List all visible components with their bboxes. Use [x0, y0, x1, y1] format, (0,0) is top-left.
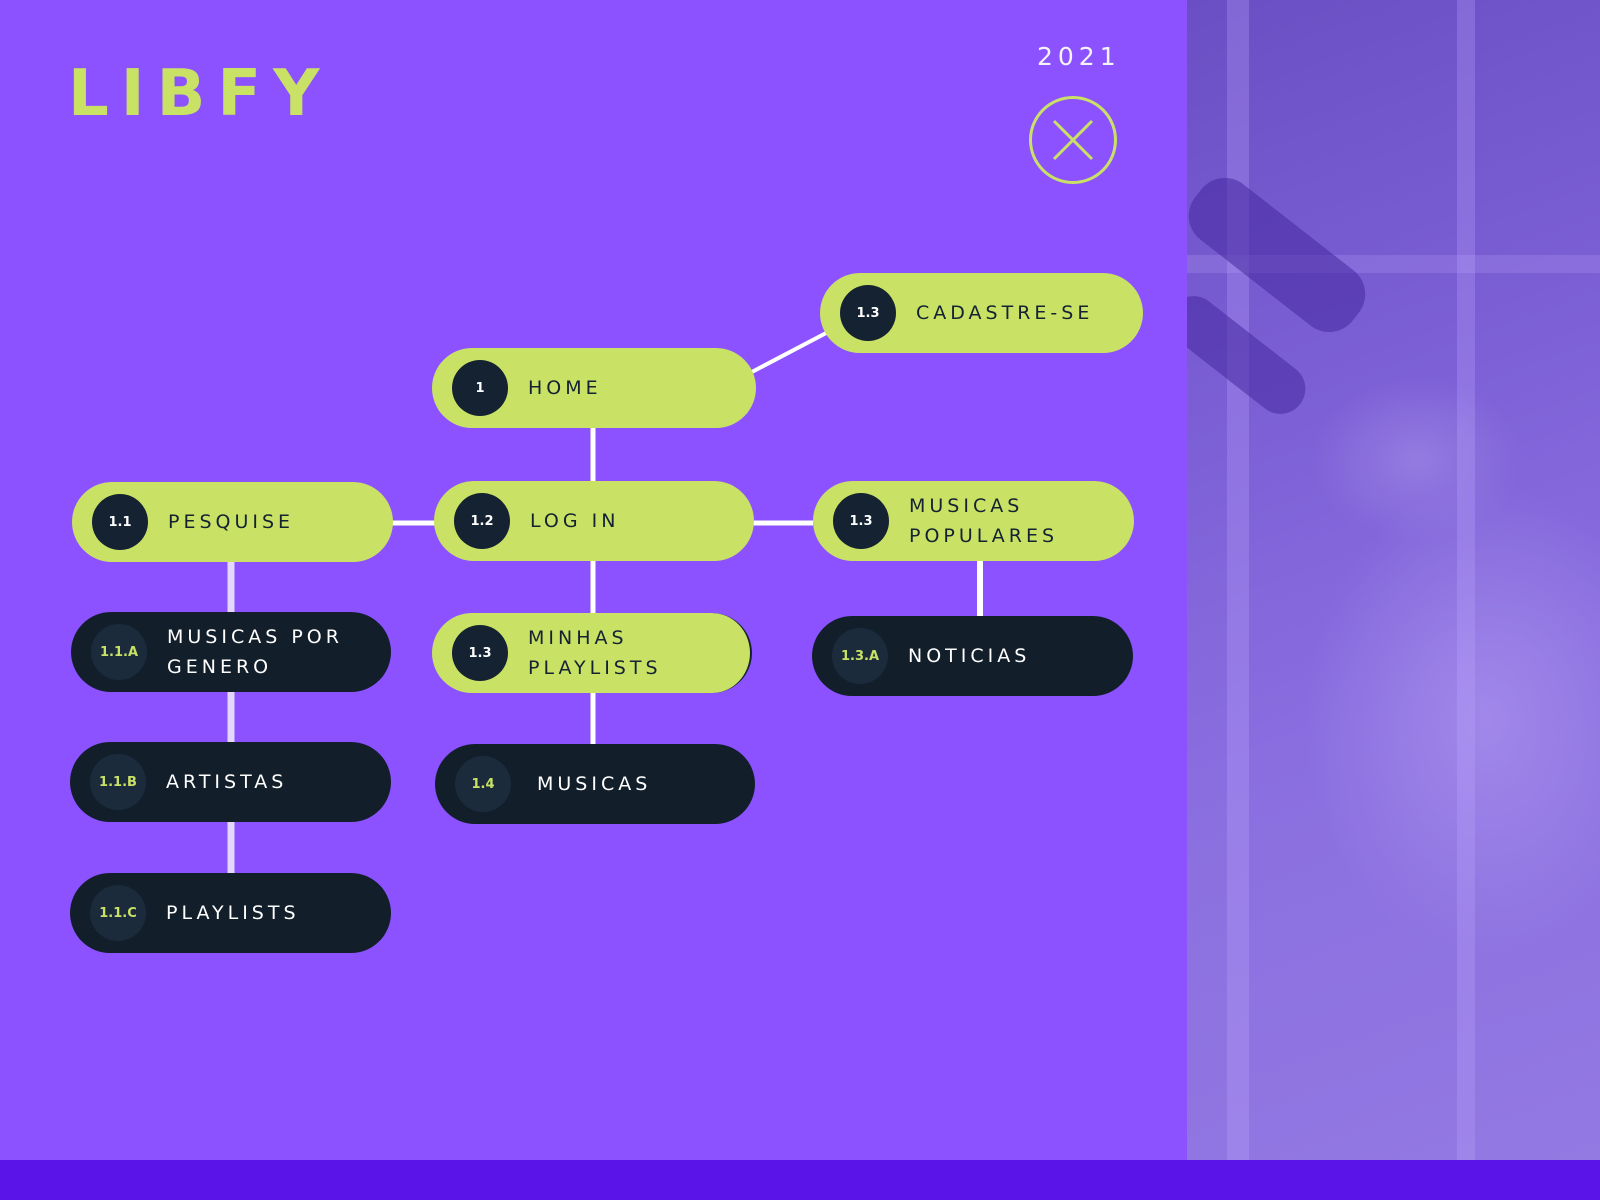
- node-noticias[interactable]: 1.3.A NOTICIAS: [812, 616, 1133, 696]
- node-number-badge: 1.1: [92, 494, 148, 550]
- node-musicas-populares[interactable]: 1.3 MUSICAS POPULARES: [813, 481, 1134, 561]
- connector-home-cadastre: [749, 330, 829, 375]
- node-number-badge: 1.2: [454, 493, 510, 549]
- node-label: PLAYLISTS: [166, 902, 300, 924]
- node-artistas[interactable]: 1.1.B ARTISTAS: [70, 742, 391, 822]
- node-label-line: GENERO: [167, 656, 273, 678]
- node-number-badge: 1: [452, 360, 508, 416]
- node-label: MUSICAS POR GENERO: [167, 622, 343, 682]
- photo-stripe: [1227, 0, 1249, 1160]
- node-pesquise[interactable]: 1.1 PESQUISE: [72, 482, 393, 562]
- node-number-badge: 1.1.C: [90, 885, 146, 941]
- node-label-line: MUSICAS: [909, 495, 1024, 517]
- background-photo: [1187, 0, 1600, 1160]
- node-label: MUSICAS: [537, 773, 652, 795]
- photo-stripe: [1457, 0, 1475, 1160]
- node-minhas-playlists[interactable]: 1.3 MINHAS PLAYLISTS: [432, 613, 752, 693]
- node-label-line: MINHAS: [528, 627, 628, 649]
- node-label: MINHAS PLAYLISTS: [528, 623, 662, 683]
- bottom-bar: [0, 1160, 1600, 1200]
- node-musicas[interactable]: 1.4 MUSICAS: [435, 744, 755, 824]
- node-number-badge: 1.3: [452, 625, 508, 681]
- node-label: NOTICIAS: [908, 645, 1031, 667]
- node-home[interactable]: 1 HOME: [432, 348, 756, 428]
- node-number-badge: 1.3: [840, 285, 896, 341]
- node-number-badge: 1.3: [833, 493, 889, 549]
- node-number-badge: 1.4: [455, 756, 511, 812]
- node-label: LOG IN: [530, 510, 620, 532]
- node-label-line: PLAYLISTS: [528, 657, 662, 679]
- node-label-line: MUSICAS POR: [167, 626, 343, 648]
- node-label: PESQUISE: [168, 511, 295, 533]
- node-label: CADASTRE-SE: [916, 302, 1094, 324]
- node-log-in[interactable]: 1.2 LOG IN: [434, 481, 754, 561]
- node-label: HOME: [528, 377, 602, 399]
- node-label: ARTISTAS: [166, 771, 288, 793]
- node-label: MUSICAS POPULARES: [909, 491, 1058, 551]
- node-cadastre-se[interactable]: 1.3 CADASTRE-SE: [820, 273, 1143, 353]
- node-number-badge: 1.1.B: [90, 754, 146, 810]
- node-musicas-por-genero[interactable]: 1.1.A MUSICAS POR GENERO: [71, 612, 391, 692]
- node-playlists[interactable]: 1.1.C PLAYLISTS: [70, 873, 391, 953]
- node-label-line: POPULARES: [909, 525, 1059, 547]
- connector-lines: [227, 330, 983, 875]
- node-number-badge: 1.3.A: [832, 628, 888, 684]
- node-number-badge: 1.1.A: [91, 624, 147, 680]
